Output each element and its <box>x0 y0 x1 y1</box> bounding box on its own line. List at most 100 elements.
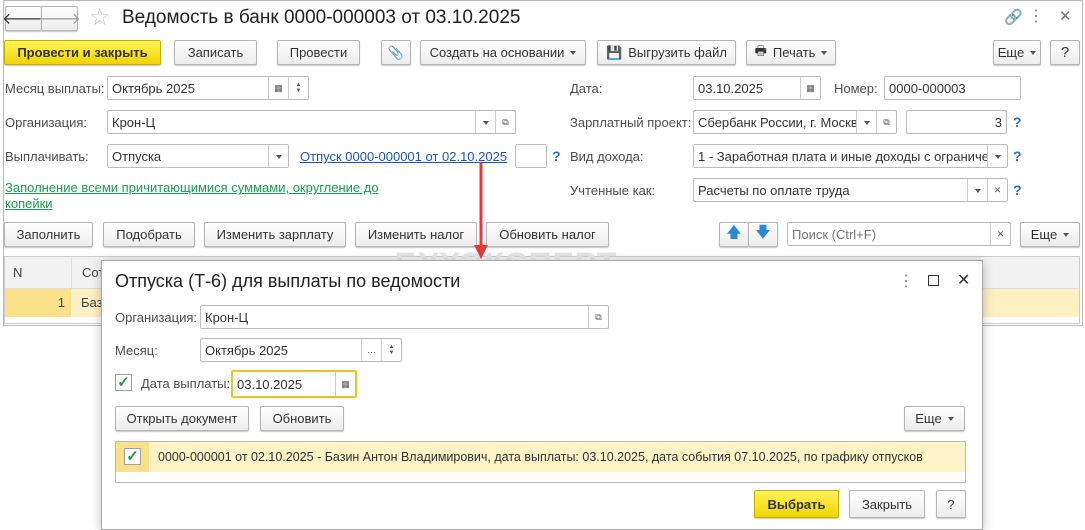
dropdown-icon[interactable] <box>268 145 288 167</box>
account-value: Расчеты по оплате труда <box>698 182 850 198</box>
dialog-org-value: Крон-Ц <box>205 309 249 325</box>
paydate-checkbox[interactable]: ✓ <box>115 374 132 391</box>
forward-button[interactable]: 🡒 <box>38 6 81 31</box>
vacation-list: ✓ 0000-000001 от 02.10.2025 - Базин Анто… <box>115 441 966 483</box>
more-vertical-icon[interactable]: ⋮ <box>898 271 914 291</box>
column-header-n[interactable]: N <box>13 265 22 280</box>
more-label: Еще <box>915 411 942 426</box>
dialog-help-button[interactable]: ? <box>936 490 966 518</box>
dialog-close-button[interactable]: Закрыть <box>849 490 925 518</box>
pay-label: Выплачивать: <box>5 149 89 164</box>
clear-icon[interactable]: ✕ <box>990 223 1010 245</box>
help-icon[interactable]: ? <box>1013 148 1022 164</box>
dropdown-icon[interactable] <box>987 145 1007 167</box>
pick-button[interactable]: Подобрать <box>103 222 195 247</box>
income-field[interactable]: 1 - Заработная плата и иные доходы с огр… <box>693 144 1008 168</box>
fill-button[interactable]: Заполнить <box>4 222 93 247</box>
create-based-on-button[interactable]: Создать на основании <box>420 40 586 65</box>
close-icon[interactable]: ✕ <box>1059 7 1072 25</box>
open-icon[interactable]: ⧉ <box>495 111 515 133</box>
help-button[interactable]: ? <box>1050 40 1080 65</box>
month-value: Октябрь 2025 <box>112 80 195 96</box>
list-item[interactable]: ✓ 0000-000001 от 02.10.2025 - Базин Анто… <box>116 442 965 472</box>
star-icon[interactable]: ☆ <box>89 3 111 32</box>
date-field[interactable]: 03.10.2025 ▦ <box>693 76 821 100</box>
table-more-button[interactable]: Еще <box>1020 222 1080 247</box>
project-value: Сбербанк России, г. Москва <box>698 114 856 130</box>
refresh-button[interactable]: Обновить <box>260 406 344 431</box>
change-tax-button[interactable]: Изменить налог <box>355 222 477 247</box>
more-button[interactable]: Еще <box>993 40 1041 65</box>
maximize-icon[interactable] <box>928 275 939 286</box>
project-code-field[interactable]: 3 <box>906 110 1007 134</box>
update-tax-button[interactable]: Обновить налог <box>486 222 609 247</box>
open-document-button[interactable]: Открыть документ <box>115 406 249 431</box>
number-label: Номер: <box>834 81 878 96</box>
back-button[interactable]: 🡐 <box>2 6 45 31</box>
item-checkbox[interactable]: ✓ <box>124 448 141 465</box>
paydate-label: Дата выплаты: <box>141 376 231 391</box>
arrow-down-icon: 🡇 <box>755 224 771 241</box>
move-up-button[interactable]: 🡅 <box>719 222 749 247</box>
dialog-org-field[interactable]: Крон-Ц ⧉ <box>200 305 609 329</box>
number-field[interactable]: 0000-000003 <box>884 76 1021 100</box>
fill-mode-link[interactable]: Заполнение всеми причитающимися суммами,… <box>5 180 395 212</box>
pay-extra-field[interactable] <box>515 144 547 168</box>
month-field[interactable]: Октябрь 2025 ▦ ▲ ▼ <box>107 76 309 100</box>
org-field[interactable]: Крон-Ц ⧉ <box>107 110 516 134</box>
dropdown-icon[interactable] <box>856 111 876 133</box>
create-based-label: Создать на основании <box>429 45 565 60</box>
change-salary-button[interactable]: Изменить зарплату <box>204 222 346 247</box>
help-icon[interactable]: ? <box>1013 114 1022 130</box>
save-button[interactable]: Записать <box>174 40 257 65</box>
account-label: Учтенные как: <box>570 183 656 198</box>
vacation-selection-dialog: Отпуска (Т-6) для выплаты по ведомости ⋮… <box>101 260 983 530</box>
help-icon[interactable]: ? <box>1013 182 1022 198</box>
post-and-close-button[interactable]: Провести и закрыть <box>4 40 161 65</box>
paydate-value: 03.10.2025 <box>237 376 303 392</box>
ellipsis-icon[interactable]: … <box>361 339 381 361</box>
calendar-icon[interactable]: ▦ <box>800 77 820 99</box>
pay-document-link[interactable]: Отпуск 0000-000001 от 02.10.2025 <box>300 149 507 164</box>
help-icon[interactable]: ? <box>552 148 561 164</box>
project-field[interactable]: Сбербанк России, г. Москва ⧉ <box>693 110 897 134</box>
clear-icon[interactable]: ✕ <box>987 179 1007 201</box>
red-arrow-annotation <box>474 163 488 259</box>
calendar-icon[interactable]: ▦ <box>268 77 288 99</box>
attach-button[interactable]: 📎 <box>381 40 411 65</box>
dropdown-icon[interactable] <box>967 179 987 201</box>
save-file-icon: 💾 <box>606 44 623 60</box>
dropdown-icon[interactable] <box>475 111 495 133</box>
search-field[interactable]: ✕ <box>787 222 1011 246</box>
month-spinner[interactable]: ▲ ▼ <box>381 339 401 361</box>
close-icon[interactable]: ✕ <box>957 270 970 290</box>
open-icon[interactable]: ⧉ <box>876 111 896 133</box>
month-spinner[interactable]: ▲ ▼ <box>288 77 308 99</box>
select-button[interactable]: Выбрать <box>754 490 839 518</box>
export-file-button[interactable]: 💾 Выгрузить файл <box>597 40 736 65</box>
account-field[interactable]: Расчеты по оплате труда ✕ <box>693 178 1008 202</box>
dialog-month-field[interactable]: Октябрь 2025 … ▲ ▼ <box>200 338 402 362</box>
project-label: Зарплатный проект: <box>570 115 692 130</box>
pay-value: Отпуска <box>112 148 162 164</box>
print-button[interactable]: 🖶 Печать <box>746 40 836 65</box>
paydate-field[interactable]: 03.10.2025 ▦ <box>231 370 357 398</box>
move-down-button[interactable]: 🡇 <box>748 222 778 247</box>
post-button[interactable]: Провести <box>277 40 360 65</box>
dialog-title: Отпуска (Т-6) для выплаты по ведомости <box>115 271 461 291</box>
pay-field[interactable]: Отпуска <box>107 144 289 168</box>
number-value: 0000-000003 <box>889 80 966 96</box>
export-file-label: Выгрузить файл <box>628 45 727 60</box>
search-input[interactable] <box>788 223 990 245</box>
income-label: Вид дохода: <box>570 149 644 164</box>
open-icon[interactable]: ⧉ <box>588 306 608 328</box>
calendar-icon[interactable]: ▦ <box>335 372 355 396</box>
date-label: Дата: <box>570 81 603 96</box>
org-value: Крон-Ц <box>112 114 156 130</box>
project-code: 3 <box>994 114 1002 130</box>
more-vertical-icon[interactable]: ⋮ <box>1028 6 1044 26</box>
dialog-more-button[interactable]: Еще <box>904 406 965 431</box>
dialog-month-label: Месяц: <box>115 343 158 358</box>
date-value: 03.10.2025 <box>698 80 764 96</box>
link-icon[interactable]: 🔗 <box>1004 8 1023 26</box>
